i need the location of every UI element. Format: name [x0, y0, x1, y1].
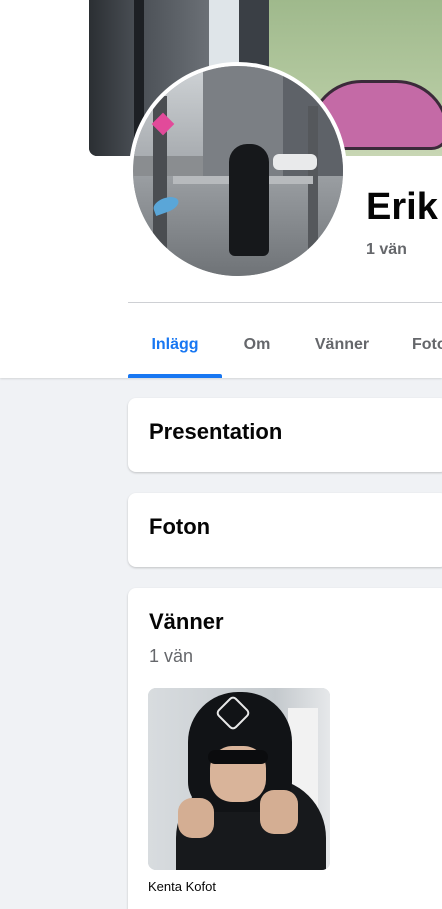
header-divider: [128, 302, 442, 303]
tab-vanner[interactable]: Vänner: [292, 316, 392, 374]
tab-inlagg[interactable]: Inlägg: [128, 316, 222, 374]
profile-picture-image: [133, 66, 343, 276]
profile-picture-person: [229, 144, 269, 256]
photos-title[interactable]: Foton: [149, 514, 210, 540]
friend-name[interactable]: Kenta Kofot: [148, 879, 216, 894]
profile-picture[interactable]: [129, 62, 347, 280]
active-tab-indicator: [128, 374, 222, 378]
profile-tabs: Inlägg Om Vänner Foto: [128, 316, 442, 378]
photos-card: Foton: [128, 493, 442, 567]
friend-photo[interactable]: [148, 688, 330, 870]
profile-header: Erik 1 vän Inlägg Om Vänner Foto: [0, 0, 442, 378]
presentation-card: Presentation: [128, 398, 442, 472]
tab-om[interactable]: Om: [222, 316, 292, 374]
tab-foto[interactable]: Foto: [396, 316, 442, 374]
sunglasses-icon: [208, 750, 268, 764]
profile-name: Erik: [366, 186, 438, 228]
profile-friend-count[interactable]: 1 vän: [366, 241, 407, 259]
friends-count: 1 vän: [149, 646, 194, 666]
presentation-title: Presentation: [149, 419, 283, 444]
friends-title[interactable]: Vänner: [149, 609, 224, 635]
